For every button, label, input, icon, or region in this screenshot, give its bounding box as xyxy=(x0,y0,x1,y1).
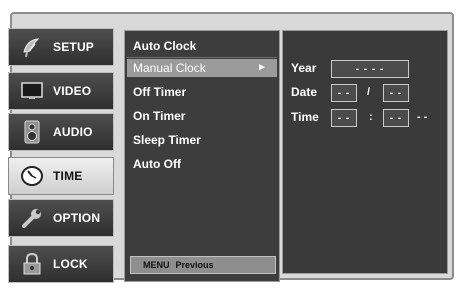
menu-item-auto-off[interactable]: Auto Off xyxy=(133,155,181,173)
date-month-field[interactable]: - - xyxy=(331,84,357,102)
menu-item-off-timer[interactable]: Off Timer xyxy=(133,83,186,101)
time-label: Time xyxy=(291,110,319,124)
menu-item-label: Auto Off xyxy=(133,157,181,171)
menu-item-label: On Timer xyxy=(133,109,186,123)
menu-item-on-timer[interactable]: On Timer xyxy=(133,107,185,125)
date-day-field[interactable]: - - xyxy=(383,84,409,102)
menu-divider xyxy=(127,57,277,58)
tab-label: VIDEO xyxy=(53,84,92,98)
year-label: Year xyxy=(291,61,317,75)
menu-item-label: Off Timer xyxy=(133,85,187,99)
tab-label: TIME xyxy=(53,169,83,183)
tab-label: OPTION xyxy=(53,211,101,225)
menu-item-manual-clock[interactable]: Manual Clock ► xyxy=(127,59,277,77)
tab-label: SETUP xyxy=(53,40,95,54)
tab-audio[interactable]: AUDIO xyxy=(8,113,114,151)
wrench-icon xyxy=(19,206,45,230)
tab-video[interactable]: VIDEO xyxy=(8,72,114,110)
tab-label: LOCK xyxy=(53,257,88,271)
menu-item-label: Auto Clock xyxy=(133,39,197,53)
manual-clock-panel: Year - - - - Date - - / - - Time - - : -… xyxy=(282,30,448,274)
tab-option[interactable]: OPTION xyxy=(8,199,114,237)
speaker-icon xyxy=(19,120,45,144)
menu-footer-hint: MENU Previous xyxy=(130,256,276,274)
padlock-icon xyxy=(19,252,45,276)
date-separator: / xyxy=(367,86,371,98)
time-menu-list: Auto Clock Manual Clock ► Off Timer On T… xyxy=(124,30,280,282)
date-label: Date xyxy=(291,85,318,99)
submenu-arrow-icon: ► xyxy=(257,62,267,73)
menu-item-auto-clock[interactable]: Auto Clock xyxy=(133,37,196,55)
year-field[interactable]: - - - - xyxy=(331,60,409,78)
tab-time[interactable]: TIME xyxy=(8,157,114,195)
menu-key-label: MENU xyxy=(143,260,170,270)
time-ampm-field[interactable]: - - xyxy=(417,111,427,123)
menu-item-label: Manual Clock xyxy=(133,61,206,75)
menu-item-sleep-timer[interactable]: Sleep Timer xyxy=(133,131,201,149)
clock-icon xyxy=(19,164,45,188)
time-separator: : xyxy=(369,111,373,123)
time-minute-field[interactable]: - - xyxy=(383,109,409,127)
tab-setup[interactable]: SETUP xyxy=(8,28,114,66)
tab-lock[interactable]: LOCK xyxy=(8,245,114,283)
satellite-dish-icon xyxy=(19,35,45,59)
time-hour-field[interactable]: - - xyxy=(331,109,357,127)
monitor-icon xyxy=(19,79,45,103)
previous-label: Previous xyxy=(175,260,214,270)
menu-item-label: Sleep Timer xyxy=(133,133,201,147)
tab-label: AUDIO xyxy=(53,125,93,139)
